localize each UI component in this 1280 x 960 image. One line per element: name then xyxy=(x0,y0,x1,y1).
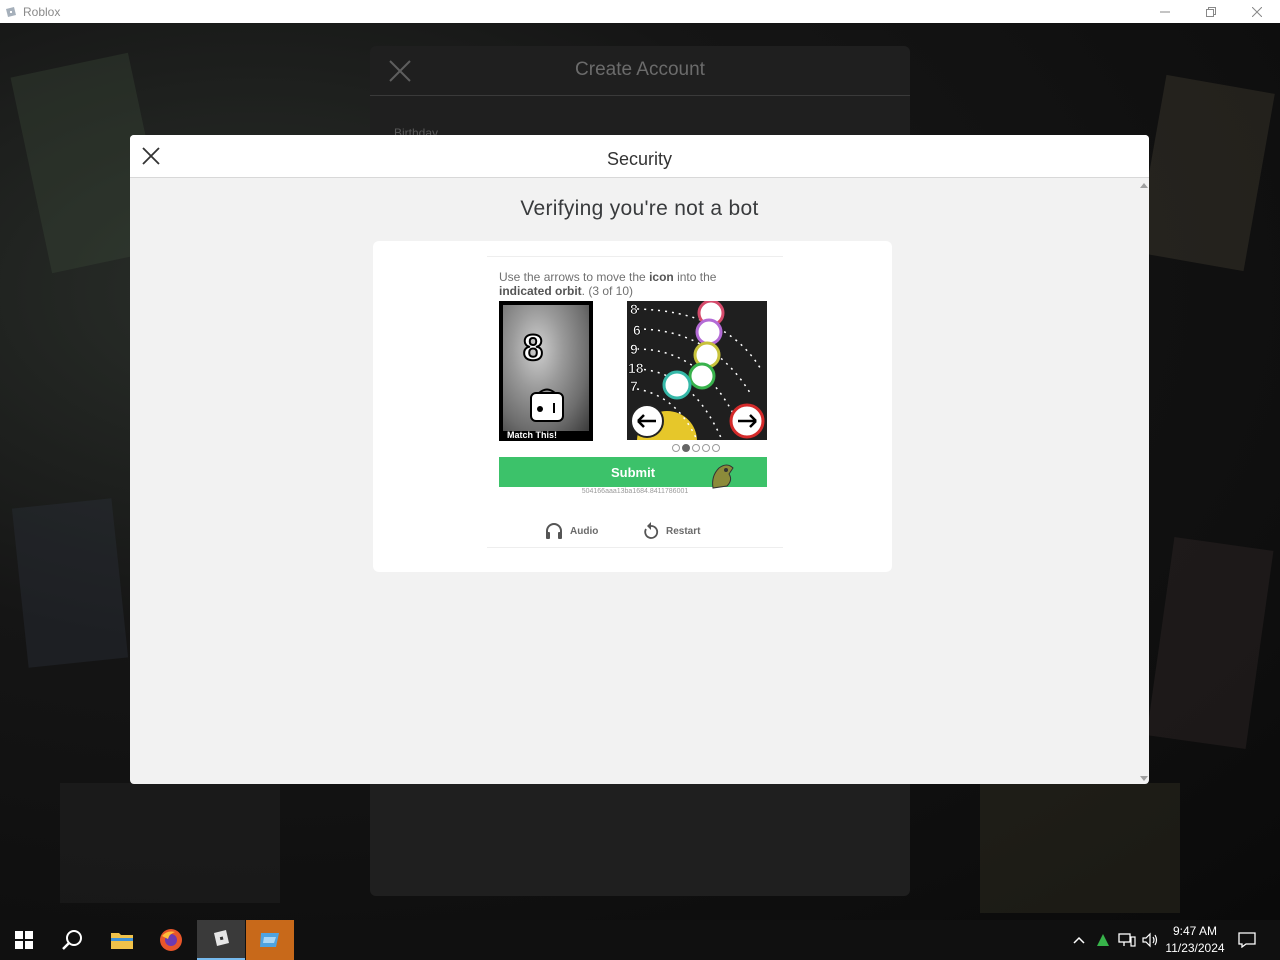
match-target-image: 8 Match This! xyxy=(499,301,593,441)
close-window-button[interactable] xyxy=(1234,0,1280,23)
match-label: Match This! xyxy=(507,430,558,440)
close-icon xyxy=(1252,6,1262,17)
toaster-icon xyxy=(530,388,564,422)
orbit-puzzle-graphic: 8 6 9 18 7 xyxy=(627,301,767,440)
notification-icon xyxy=(1238,932,1256,948)
session-id: 504166aaa13ba1684.8411786001 xyxy=(581,488,689,495)
clock-time: 9:47 AM xyxy=(1172,924,1218,938)
tray-overflow-button[interactable] xyxy=(1068,920,1090,960)
volume-button[interactable] xyxy=(1139,920,1161,960)
submit-label: Submit xyxy=(610,464,656,480)
roblox-app-icon xyxy=(6,6,16,17)
verify-heading: Verifying you're not a bot xyxy=(520,197,759,220)
audio-label: Audio xyxy=(570,525,599,537)
page-dot-active[interactable] xyxy=(682,444,690,452)
file-explorer-button[interactable] xyxy=(98,920,146,960)
firefox-button[interactable] xyxy=(147,920,195,960)
orbit-number: 6 xyxy=(633,322,641,338)
start-button[interactable] xyxy=(0,920,48,960)
chevron-up-icon xyxy=(1073,936,1085,944)
network-icon xyxy=(1118,933,1136,947)
system-clock[interactable]: 9:47 AM 11/23/2024 xyxy=(1160,923,1230,957)
restore-button[interactable] xyxy=(1188,0,1234,23)
security-header: Security xyxy=(130,135,1149,178)
firefox-icon xyxy=(160,929,182,951)
orbit-number: 8 xyxy=(630,301,638,317)
window-titlebar: Roblox xyxy=(0,0,1280,23)
windows-start-icon xyxy=(15,931,33,949)
match-number: 8 xyxy=(522,326,544,369)
captcha-challenge: Use the arrows to move the icon into the… xyxy=(487,256,783,548)
orbit-number: 9 xyxy=(630,341,638,357)
security-title: Security xyxy=(606,149,673,169)
scroll-down-icon[interactable] xyxy=(1140,776,1148,781)
scrollbar[interactable] xyxy=(1137,178,1149,784)
create-account-title: Create Account xyxy=(575,59,705,80)
page-dot[interactable] xyxy=(672,444,680,452)
page-dot[interactable] xyxy=(712,444,720,452)
search-icon xyxy=(62,930,82,950)
notifications-button[interactable] xyxy=(1234,920,1260,960)
speaker-icon xyxy=(1142,932,1158,948)
scroll-up-icon[interactable] xyxy=(1140,183,1148,188)
audio-button[interactable]: Audio xyxy=(544,521,598,541)
create-account-header: Create Account xyxy=(370,46,910,96)
background-tile xyxy=(60,783,280,903)
roblox-taskbar-button[interactable] xyxy=(197,920,245,960)
page-dot[interactable] xyxy=(692,444,700,452)
submit-mascot-icon xyxy=(712,464,734,489)
minimize-icon xyxy=(1160,11,1170,12)
orbit-number: 7 xyxy=(630,378,638,394)
captcha-instructions: Use the arrows to move the icon into the… xyxy=(499,270,717,298)
search-button[interactable] xyxy=(48,920,96,960)
background-tile xyxy=(11,498,129,668)
security-modal: Security Verifying you're not a bot Use … xyxy=(130,135,1149,784)
restart-button[interactable]: Restart xyxy=(642,521,700,541)
roblox-studio-taskbar-button[interactable] xyxy=(246,920,294,960)
orbit-number: 18 xyxy=(628,360,644,376)
clock-date: 11/23/2024 xyxy=(1165,941,1225,955)
page-dot[interactable] xyxy=(702,444,710,452)
roblox-icon xyxy=(214,930,229,946)
orbit-puzzle: 8 6 9 18 7 xyxy=(627,301,767,440)
minimize-button[interactable] xyxy=(1142,0,1188,23)
background-tile xyxy=(980,783,1180,913)
roblox-studio-icon xyxy=(260,933,279,947)
window-controls xyxy=(1142,0,1280,23)
pagination-dots xyxy=(672,444,720,452)
file-explorer-icon xyxy=(111,933,133,949)
restart-icon xyxy=(644,522,659,539)
background-tile xyxy=(1146,537,1274,749)
tray-app-button[interactable] xyxy=(1092,920,1114,960)
taskbar: 9:47 AM 11/23/2024 xyxy=(0,920,1280,960)
restore-icon xyxy=(1206,6,1216,17)
network-button[interactable] xyxy=(1116,920,1138,960)
restart-label: Restart xyxy=(666,525,701,537)
window-title: Roblox xyxy=(23,4,61,19)
captcha-card: Use the arrows to move the icon into the… xyxy=(373,241,892,572)
background-tile xyxy=(1135,74,1275,272)
tray-app-icon xyxy=(1097,934,1109,946)
headphones-icon xyxy=(546,523,562,539)
